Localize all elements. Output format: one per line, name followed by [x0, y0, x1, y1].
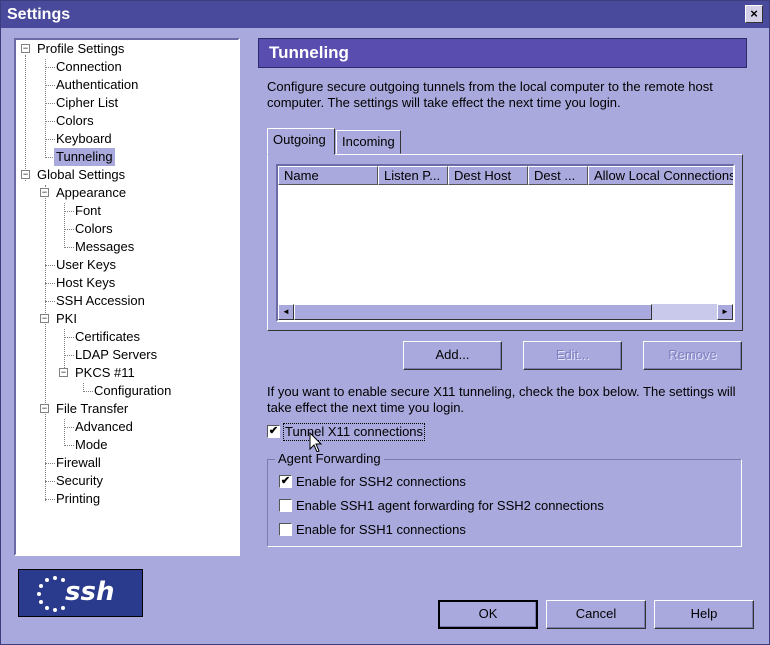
x11-description: If you want to enable secure X11 tunneli… — [267, 384, 736, 415]
tree-item-cipher-list[interactable]: Cipher List — [54, 94, 120, 112]
tree-item-profile-settings[interactable]: Profile Settings — [35, 40, 126, 58]
cancel-button[interactable]: Cancel — [546, 600, 646, 629]
add-button[interactable]: Add... — [403, 341, 502, 370]
tree-item-font[interactable]: Font — [73, 202, 103, 220]
help-button[interactable]: Help — [654, 600, 754, 629]
tree-item-ssh-accession[interactable]: SSH Accession — [54, 292, 147, 310]
tree-item-security[interactable]: Security — [54, 472, 105, 490]
tree-item-advanced[interactable]: Advanced — [73, 418, 135, 436]
tunnel-list[interactable]: Name Listen P... Dest Host Dest ... Allo… — [276, 164, 735, 322]
settings-dialog: Settings × − Profile Settings Connection… — [0, 0, 770, 645]
column-header-allow-local[interactable]: Allow Local Connections — [588, 166, 733, 185]
tree-item-user-keys[interactable]: User Keys — [54, 256, 118, 274]
page-title: Tunneling — [258, 38, 747, 68]
settings-tree[interactable]: − Profile Settings Connection Authentica… — [14, 38, 240, 556]
tree-item-ldap-servers[interactable]: LDAP Servers — [73, 346, 159, 364]
tree-item-printing[interactable]: Printing — [54, 490, 102, 508]
enable-ssh1-label[interactable]: Enable for SSH1 connections — [296, 522, 466, 538]
tab-incoming[interactable]: Incoming — [336, 130, 401, 154]
collapse-icon[interactable]: − — [40, 404, 49, 413]
tree-item-tunneling[interactable]: Tunneling — [54, 148, 115, 166]
enable-ssh1-agent-for-ssh2-label[interactable]: Enable SSH1 agent forwarding for SSH2 co… — [296, 498, 604, 514]
checkbox-checked-icon[interactable]: ✔ — [279, 475, 292, 488]
column-header-dest-port[interactable]: Dest ... — [528, 166, 588, 185]
tree-item-configuration[interactable]: Configuration — [92, 382, 173, 400]
tree-item-mode[interactable]: Mode — [73, 436, 110, 454]
tunneling-description: Configure secure outgoing tunnels from t… — [267, 79, 713, 110]
edit-button[interactable]: Edit... — [523, 341, 622, 370]
scroll-left-icon[interactable]: ◄ — [278, 304, 294, 320]
tree-item-file-transfer[interactable]: File Transfer — [54, 400, 130, 418]
checkbox-checked-icon[interactable]: ✔ — [267, 425, 280, 438]
tree-item-messages[interactable]: Messages — [73, 238, 136, 256]
ok-button[interactable]: OK — [438, 600, 538, 629]
column-header-dest-host[interactable]: Dest Host — [448, 166, 528, 185]
tree-item-colors[interactable]: Colors — [54, 112, 96, 130]
window-title: Settings — [7, 6, 71, 23]
title-bar: Settings × — [1, 1, 769, 28]
tree-item-pkcs11[interactable]: PKCS #11 — [73, 364, 137, 382]
tree-item-firewall[interactable]: Firewall — [54, 454, 103, 472]
tree-item-keyboard[interactable]: Keyboard — [54, 130, 114, 148]
tree-item-appearance[interactable]: Appearance — [54, 184, 128, 202]
collapse-icon[interactable]: − — [40, 188, 49, 197]
close-button[interactable]: × — [745, 5, 763, 23]
enable-ssh2-label[interactable]: Enable for SSH2 connections — [296, 474, 466, 490]
checkbox-unchecked-icon[interactable] — [279, 523, 292, 536]
collapse-icon[interactable]: − — [59, 368, 68, 377]
tree-item-connection[interactable]: Connection — [54, 58, 124, 76]
agent-forwarding-title: Agent Forwarding — [275, 452, 384, 466]
tree-item-pki[interactable]: PKI — [54, 310, 79, 328]
column-header-listen-port[interactable]: Listen P... — [378, 166, 448, 185]
scroll-right-icon[interactable]: ► — [717, 304, 733, 320]
tab-outgoing[interactable]: Outgoing — [267, 128, 335, 155]
horizontal-scrollbar[interactable]: ◄ ► — [278, 304, 733, 320]
column-header-name[interactable]: Name — [278, 166, 378, 185]
tree-item-certificates[interactable]: Certificates — [73, 328, 142, 346]
tunnel-x11-label[interactable]: Tunnel X11 connections — [282, 423, 426, 441]
collapse-icon[interactable]: − — [40, 314, 49, 323]
checkbox-unchecked-icon[interactable] — [279, 499, 292, 512]
collapse-icon[interactable]: − — [21, 44, 30, 53]
collapse-icon[interactable]: − — [21, 170, 30, 179]
ssh-logo: ssh — [18, 569, 143, 617]
tree-item-appearance-colors[interactable]: Colors — [73, 220, 115, 238]
tree-item-authentication[interactable]: Authentication — [54, 76, 140, 94]
tree-item-host-keys[interactable]: Host Keys — [54, 274, 117, 292]
remove-button[interactable]: Remove — [643, 341, 742, 370]
logo-text: ssh — [65, 577, 115, 607]
scroll-thumb[interactable] — [294, 304, 652, 320]
tree-item-global-settings[interactable]: Global Settings — [35, 166, 127, 184]
